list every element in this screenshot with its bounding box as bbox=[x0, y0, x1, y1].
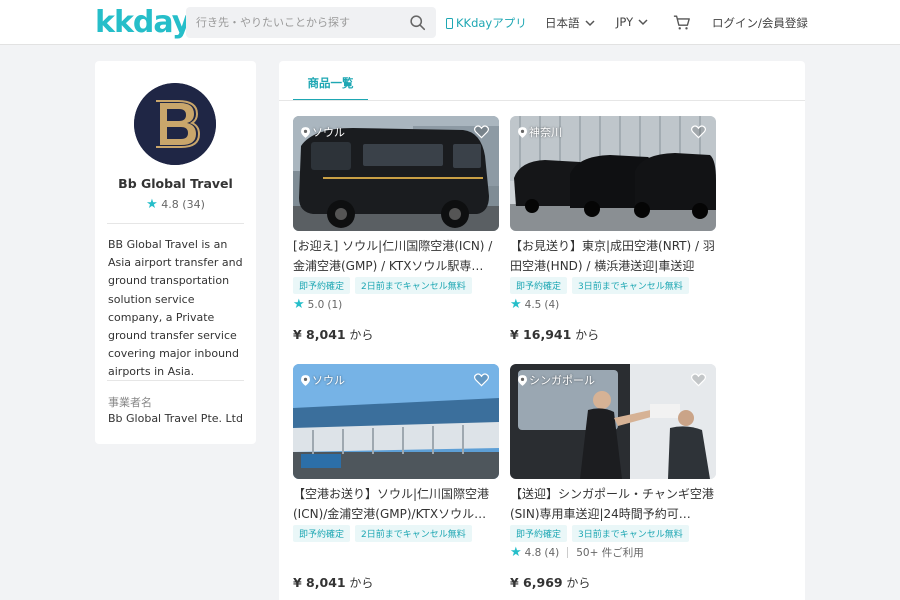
star-icon: ★ bbox=[510, 297, 522, 312]
product-location: ソウル bbox=[301, 372, 345, 388]
location-label: 神奈川 bbox=[529, 126, 562, 139]
language-label: 日本語 bbox=[545, 16, 580, 30]
supplier-rating: ★ 4.8 (34) bbox=[95, 197, 256, 212]
product-title[interactable]: 【空港お送り】ソウル|仁川国際空港(ICN)/金浦空港(GMP)/KTXソウル… bbox=[293, 485, 499, 525]
star-icon: ★ bbox=[293, 297, 305, 312]
product-list-panel: 商品一覧 ソウル [お迎え] ソウル|仁川国際空港(ICN) / 金浦空港(GM… bbox=[279, 61, 805, 600]
tag-instant-confirm: 即予約確定 bbox=[510, 525, 568, 542]
divider bbox=[107, 223, 244, 224]
tag-free-cancel: 3日前までキャンセル無料 bbox=[572, 277, 689, 294]
business-name-label: 事業者名 bbox=[108, 396, 152, 409]
star-icon: ★ bbox=[146, 197, 158, 212]
login-register-link[interactable]: ログイン/会員登録 bbox=[712, 15, 808, 31]
currency-label: JPY bbox=[616, 15, 634, 29]
location-label: ソウル bbox=[312, 374, 345, 387]
tab-divider bbox=[279, 100, 805, 101]
product-card[interactable]: 神奈川 【お見送り】東京|成田空港(NRT) / 羽田空港(HND) / 横浜港… bbox=[510, 116, 716, 351]
price-value: ¥ 8,041 bbox=[293, 327, 346, 342]
supplier-description: BB Global Travel is an Asia airport tran… bbox=[108, 238, 243, 379]
sold-count: 50+ 件ご利用 bbox=[576, 547, 644, 559]
heart-icon[interactable] bbox=[691, 373, 706, 387]
product-tags: 即予約確定 2日前までキャンセル無料 bbox=[293, 277, 472, 294]
price-suffix: から bbox=[566, 576, 591, 590]
divider bbox=[107, 380, 244, 381]
location-pin-icon bbox=[301, 374, 310, 386]
product-title[interactable]: 【送迎】シンガポール・チャンギ空港(SIN)専用車送迎|24時間予約可… bbox=[510, 485, 716, 525]
supplier-logo bbox=[134, 83, 216, 165]
supplier-name: Bb Global Travel bbox=[118, 176, 233, 191]
product-image[interactable]: ソウル bbox=[293, 116, 499, 231]
chevron-down-icon bbox=[638, 19, 648, 26]
price-suffix: から bbox=[349, 576, 374, 590]
review-count: (1) bbox=[327, 298, 343, 311]
product-location: 神奈川 bbox=[518, 124, 562, 140]
rating-value: 4.8 bbox=[161, 198, 179, 211]
product-price: ¥ 16,941 から bbox=[510, 326, 599, 343]
tag-instant-confirm: 即予約確定 bbox=[510, 277, 568, 294]
cart-icon[interactable] bbox=[673, 14, 691, 31]
phone-icon bbox=[446, 17, 453, 29]
product-tags: 即予約確定 3日前までキャンセル無料 bbox=[510, 277, 689, 294]
product-location: シンガポール bbox=[518, 372, 595, 388]
product-rating: ★ 5.0 (1) bbox=[293, 297, 342, 312]
star-icon: ★ bbox=[510, 545, 522, 560]
business-name-value: Bb Global Travel Pte. Ltd bbox=[108, 412, 243, 425]
location-label: ソウル bbox=[312, 126, 345, 139]
location-pin-icon bbox=[301, 126, 310, 138]
product-location: ソウル bbox=[301, 124, 345, 140]
tag-free-cancel: 2日前までキャンセル無料 bbox=[355, 277, 472, 294]
product-price: ¥ 8,041 から bbox=[293, 326, 373, 343]
product-card[interactable]: ソウル 【空港お送り】ソウル|仁川国際空港(ICN)/金浦空港(GMP)/KTX… bbox=[293, 364, 499, 599]
heart-icon[interactable] bbox=[691, 125, 706, 139]
review-count: (4) bbox=[544, 546, 560, 559]
currency-selector[interactable]: JPY bbox=[616, 15, 648, 29]
search-bar bbox=[186, 7, 436, 38]
product-image[interactable]: ソウル bbox=[293, 364, 499, 479]
review-count: (34) bbox=[182, 198, 205, 211]
tag-instant-confirm: 即予約確定 bbox=[293, 277, 351, 294]
product-title[interactable]: 【お見送り】東京|成田空港(NRT) / 羽田空港(HND) / 横浜港送迎|車… bbox=[510, 237, 716, 277]
app-link-label: KKdayアプリ bbox=[456, 16, 527, 30]
price-suffix: から bbox=[349, 328, 374, 342]
tab-product-list[interactable]: 商品一覧 bbox=[293, 61, 368, 101]
separator bbox=[567, 547, 569, 558]
product-title[interactable]: [お迎え] ソウル|仁川国際空港(ICN) / 金浦空港(GMP) / KTXソ… bbox=[293, 237, 499, 277]
search-icon[interactable] bbox=[409, 14, 426, 31]
product-price: ¥ 6,969 から bbox=[510, 574, 590, 591]
search-input[interactable] bbox=[186, 7, 406, 38]
product-tags: 即予約確定 2日前までキャンセル無料 bbox=[293, 525, 472, 542]
product-image[interactable]: 神奈川 bbox=[510, 116, 716, 231]
product-card[interactable]: シンガポール 【送迎】シンガポール・チャンギ空港(SIN)専用車送迎|24時間予… bbox=[510, 364, 716, 599]
location-pin-icon bbox=[518, 126, 527, 138]
product-rating: ★ 4.5 (4) bbox=[510, 297, 559, 312]
rating-value: 4.8 bbox=[524, 546, 542, 559]
heart-icon[interactable] bbox=[474, 125, 489, 139]
price-value: ¥ 16,941 bbox=[510, 327, 572, 342]
review-count: (4) bbox=[544, 298, 560, 311]
price-value: ¥ 6,969 bbox=[510, 575, 563, 590]
heart-icon[interactable] bbox=[474, 373, 489, 387]
supplier-profile-card: Bb Global Travel ★ 4.8 (34) BB Global Tr… bbox=[95, 61, 256, 444]
product-tags: 即予約確定 3日前までキャンセル無料 bbox=[510, 525, 689, 542]
rating-value: 5.0 bbox=[307, 298, 325, 311]
chevron-down-icon bbox=[584, 20, 595, 27]
app-download-link[interactable]: KKdayアプリ bbox=[446, 15, 527, 31]
rating-value: 4.5 bbox=[524, 298, 542, 311]
product-card[interactable]: ソウル [お迎え] ソウル|仁川国際空港(ICN) / 金浦空港(GMP) / … bbox=[293, 116, 499, 351]
language-selector[interactable]: 日本語 bbox=[545, 15, 595, 31]
price-suffix: から bbox=[575, 328, 600, 342]
top-header: kkday KKdayアプリ 日本語 JPY ログイン/会員登録 bbox=[0, 0, 900, 45]
tag-instant-confirm: 即予約確定 bbox=[293, 525, 351, 542]
price-value: ¥ 8,041 bbox=[293, 575, 346, 590]
tag-free-cancel: 2日前までキャンセル無料 bbox=[355, 525, 472, 542]
location-pin-icon bbox=[518, 374, 527, 386]
kkday-logo[interactable]: kkday bbox=[95, 5, 191, 40]
product-price: ¥ 8,041 から bbox=[293, 574, 373, 591]
tag-free-cancel: 3日前までキャンセル無料 bbox=[572, 525, 689, 542]
location-label: シンガポール bbox=[529, 374, 595, 387]
product-image[interactable]: シンガポール bbox=[510, 364, 716, 479]
product-rating: ★ 4.8 (4) 50+ 件ご利用 bbox=[510, 545, 644, 560]
